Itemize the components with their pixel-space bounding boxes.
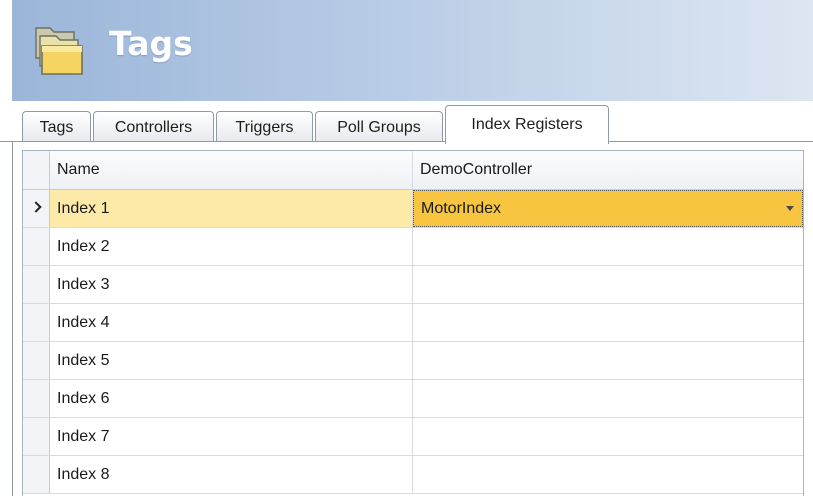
window-edge	[0, 0, 12, 496]
table-row[interactable]: Index 7	[23, 418, 803, 456]
cell-controller[interactable]	[413, 342, 803, 379]
cell-controller[interactable]	[413, 456, 803, 493]
tab-tags[interactable]: Tags	[22, 111, 91, 142]
table-row[interactable]: Index 1 MotorIndex	[23, 190, 803, 228]
cell-controller[interactable]	[413, 418, 803, 455]
tab-triggers[interactable]: Triggers	[216, 111, 313, 142]
column-header-democontroller[interactable]: DemoController	[413, 151, 803, 189]
cell-controller-value: MotorIndex	[421, 200, 502, 217]
cell-controller[interactable]	[413, 266, 803, 303]
cell-name[interactable]: Index 3	[50, 266, 413, 303]
cell-name[interactable]: Index 6	[50, 380, 413, 417]
cell-name[interactable]: Index 4	[50, 304, 413, 341]
cell-controller-dropdown[interactable]: MotorIndex	[413, 190, 803, 227]
column-header-name[interactable]: Name	[50, 151, 413, 189]
cell-controller[interactable]	[413, 304, 803, 341]
index-registers-grid: Name DemoController Index 1 MotorIndex I…	[12, 142, 813, 496]
row-selector[interactable]	[23, 190, 50, 227]
grid-table: Name DemoController Index 1 MotorIndex I…	[22, 150, 804, 496]
cell-name[interactable]: Index 8	[50, 456, 413, 493]
table-row[interactable]: Index 6	[23, 380, 803, 418]
row-selector[interactable]	[23, 266, 50, 303]
table-row[interactable]: Index 5	[23, 342, 803, 380]
tab-index-registers[interactable]: Index Registers	[445, 105, 609, 144]
table-row[interactable]: Index 8	[23, 456, 803, 494]
table-row[interactable]: Index 2	[23, 228, 803, 266]
row-selector[interactable]	[23, 304, 50, 341]
row-selector[interactable]	[23, 228, 50, 265]
chevron-down-icon[interactable]	[786, 206, 794, 211]
cell-name[interactable]: Index 5	[50, 342, 413, 379]
table-row[interactable]: Index 4	[23, 304, 803, 342]
row-selector-header	[23, 151, 50, 189]
cell-name[interactable]: Index 1	[50, 190, 413, 227]
grid-header-row: Name DemoController	[23, 151, 803, 190]
page-header: Tags	[12, 0, 813, 101]
row-selector[interactable]	[23, 456, 50, 493]
row-selector[interactable]	[23, 380, 50, 417]
cell-name[interactable]: Index 7	[50, 418, 413, 455]
tab-strip: Tags Controllers Triggers Poll Groups In…	[12, 101, 813, 144]
tab-poll-groups[interactable]: Poll Groups	[315, 111, 443, 142]
cell-controller[interactable]	[413, 380, 803, 417]
table-row[interactable]: Index 3	[23, 266, 803, 304]
current-row-arrow-icon	[30, 201, 42, 213]
row-selector[interactable]	[23, 342, 50, 379]
tags-folder-icon	[35, 27, 83, 75]
cell-name[interactable]: Index 2	[50, 228, 413, 265]
row-selector[interactable]	[23, 418, 50, 455]
tab-controllers[interactable]: Controllers	[93, 111, 214, 142]
cell-controller[interactable]	[413, 228, 803, 265]
page-title: Tags	[109, 24, 193, 63]
